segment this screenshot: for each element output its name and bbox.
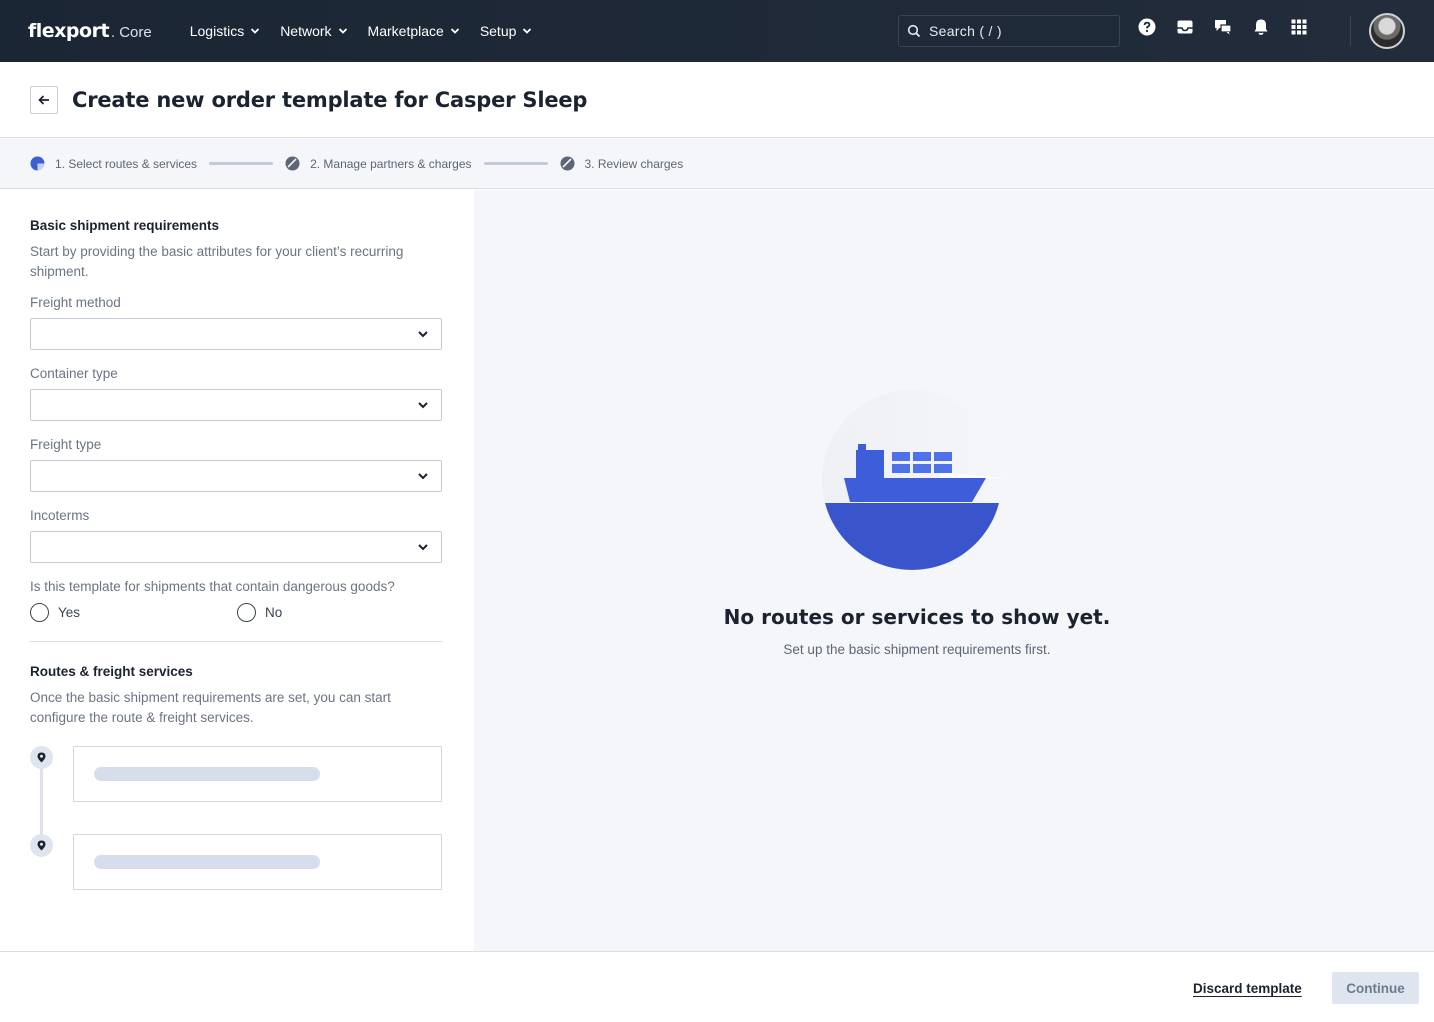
inbox-icon[interactable] bbox=[1176, 18, 1194, 36]
empty-state-title: No routes or services to show yet. bbox=[723, 605, 1111, 629]
step-label: 2. Manage partners & charges bbox=[310, 156, 472, 171]
global-search-input[interactable]: Search ( / ) bbox=[898, 15, 1120, 47]
chevron-down-icon bbox=[251, 28, 260, 34]
freight-method-select[interactable] bbox=[30, 318, 442, 350]
requirements-form: Basic shipment requirements Start by pro… bbox=[0, 190, 474, 951]
loading-skeleton bbox=[94, 767, 320, 781]
origin-route-card[interactable] bbox=[73, 746, 442, 802]
search-icon bbox=[907, 24, 921, 38]
page-header: Create new order template for Casper Sle… bbox=[0, 62, 1434, 138]
flexport-logo[interactable]: flexport . Core bbox=[28, 20, 152, 42]
nav-menu-network[interactable]: Network bbox=[280, 23, 347, 39]
apps-grid-icon[interactable] bbox=[1290, 18, 1308, 36]
step-connector bbox=[209, 162, 274, 165]
logo-wordmark: flexport bbox=[28, 20, 110, 42]
nav-divider bbox=[1350, 16, 1351, 46]
chevron-down-icon bbox=[523, 28, 532, 34]
route-builder bbox=[30, 746, 444, 896]
container-type-label: Container type bbox=[30, 366, 118, 381]
incoterms-label: Incoterms bbox=[30, 508, 90, 523]
routes-empty-state-panel: No routes or services to show yet. Set u… bbox=[474, 190, 1434, 951]
section-divider bbox=[30, 641, 442, 642]
cargo-ship-illustration bbox=[822, 390, 1002, 570]
radio-label: Yes bbox=[58, 605, 81, 620]
chevron-down-icon bbox=[450, 28, 459, 34]
nav-menu-logistics[interactable]: Logistics bbox=[190, 23, 260, 39]
incoterms-select[interactable] bbox=[30, 531, 442, 563]
bell-icon[interactable] bbox=[1252, 18, 1270, 36]
dangerous-goods-radio-group: Yes No bbox=[30, 603, 444, 622]
logo-product: Core bbox=[119, 24, 152, 41]
nav-menu-setup[interactable]: Setup bbox=[480, 23, 533, 39]
radio-yes[interactable]: Yes bbox=[30, 603, 237, 622]
nav-icon-group bbox=[1138, 18, 1308, 36]
search-placeholder: Search ( / ) bbox=[929, 23, 1002, 39]
chevron-down-icon bbox=[338, 28, 347, 34]
chevron-down-icon bbox=[418, 331, 428, 338]
user-avatar[interactable] bbox=[1369, 13, 1405, 49]
nav-menu-marketplace[interactable]: Marketplace bbox=[368, 23, 460, 39]
page-footer: Discard template Continue bbox=[0, 951, 1434, 1022]
radio-label: No bbox=[265, 605, 283, 620]
arrow-left-icon bbox=[38, 94, 49, 105]
help-icon[interactable] bbox=[1138, 18, 1156, 36]
nav-menu-label: Network bbox=[280, 23, 332, 39]
radio-circle[interactable] bbox=[237, 603, 256, 622]
section-title-routes: Routes & freight services bbox=[30, 664, 193, 679]
loading-skeleton bbox=[94, 855, 320, 869]
main-nav-menu: Logistics Network Marketplace Setup bbox=[190, 23, 533, 39]
freight-type-select[interactable] bbox=[30, 460, 442, 492]
top-navbar: flexport . Core Logistics Network Market… bbox=[0, 0, 1434, 62]
step-disabled-icon bbox=[285, 156, 300, 171]
discard-template-link[interactable]: Discard template bbox=[1193, 981, 1302, 996]
destination-pin-icon bbox=[30, 834, 53, 857]
nav-menu-label: Marketplace bbox=[367, 23, 444, 39]
chevron-down-icon bbox=[418, 544, 428, 551]
freight-method-label: Freight method bbox=[30, 295, 121, 310]
origin-pin-icon bbox=[30, 746, 53, 769]
chat-icon[interactable] bbox=[1214, 18, 1232, 36]
radio-no[interactable]: No bbox=[237, 603, 444, 622]
dangerous-goods-question: Is this template for shipments that cont… bbox=[30, 579, 395, 594]
continue-button[interactable]: Continue bbox=[1332, 972, 1419, 1004]
step-select-routes[interactable]: 1. Select routes & services bbox=[30, 156, 197, 171]
step-review-charges[interactable]: 3. Review charges bbox=[560, 156, 684, 171]
step-label: 1. Select routes & services bbox=[55, 156, 198, 171]
section-desc-basic: Start by providing the basic attributes … bbox=[30, 244, 404, 279]
empty-state-subtitle: Set up the basic shipment requirements f… bbox=[783, 642, 1051, 657]
radio-circle[interactable] bbox=[30, 603, 49, 622]
nav-menu-label: Setup bbox=[479, 23, 517, 39]
freight-type-label: Freight type bbox=[30, 437, 102, 452]
progress-stepper: 1. Select routes & services 2. Manage pa… bbox=[0, 139, 1434, 189]
step-connector bbox=[483, 162, 548, 165]
chevron-down-icon bbox=[418, 473, 428, 480]
page-title: Create new order template for Casper Sle… bbox=[72, 87, 588, 112]
destination-route-card[interactable] bbox=[73, 834, 442, 890]
step-progress-icon bbox=[30, 156, 45, 171]
step-manage-partners[interactable]: 2. Manage partners & charges bbox=[285, 156, 472, 171]
logo-dot: . bbox=[111, 24, 116, 41]
step-disabled-icon bbox=[560, 156, 574, 171]
container-type-select[interactable] bbox=[30, 389, 442, 421]
section-title-basic: Basic shipment requirements bbox=[30, 218, 220, 233]
step-label: 3. Review charges bbox=[584, 156, 684, 171]
nav-menu-label: Logistics bbox=[189, 23, 245, 39]
chevron-down-icon bbox=[418, 402, 428, 409]
back-button[interactable] bbox=[30, 85, 58, 114]
section-desc-routes: Once the basic shipment requirements are… bbox=[30, 690, 391, 725]
